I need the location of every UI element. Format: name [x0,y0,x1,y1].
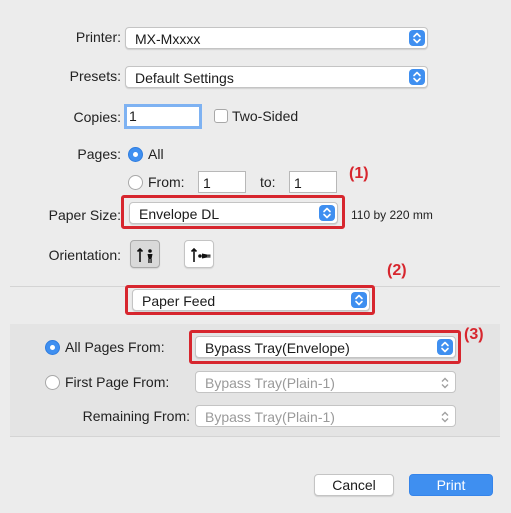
cancel-button[interactable]: Cancel [314,474,394,496]
all-pages-from-label: All Pages From: [65,339,165,355]
copies-value: 1 [129,108,137,124]
first-page-from-radio[interactable] [45,375,60,390]
up-down-arrows-icon [437,339,453,355]
remaining-from-popup[interactable]: Bypass Tray(Plain-1) [195,405,456,427]
section-value: Paper Feed [142,293,216,309]
copies-label: Copies: [73,109,121,125]
paper-size-value: Envelope DL [139,206,220,222]
up-down-arrows-icon [439,409,451,425]
two-sided-checkbox[interactable] [214,109,228,123]
pages-to-field[interactable]: 1 [289,171,337,193]
printer-label: Printer: [75,29,121,45]
presets-popup[interactable]: Default Settings [125,66,428,88]
first-page-from-popup[interactable]: Bypass Tray(Plain-1) [195,371,456,393]
portrait-icon [136,247,153,263]
remaining-from-value: Bypass Tray(Plain-1) [205,409,335,425]
up-down-arrows-icon [409,30,425,46]
callout-2: (2) [387,262,407,279]
portrait-orientation-button[interactable] [130,240,160,268]
printer-value: MX-Mxxxx [135,31,201,47]
pages-all-radio[interactable] [128,147,143,162]
up-down-arrows-icon [439,375,451,391]
up-down-arrows-icon [409,69,425,85]
remaining-from-label: Remaining From: [82,408,190,424]
first-page-from-label: First Page From: [65,374,170,390]
all-pages-from-value: Bypass Tray(Envelope) [205,340,350,356]
landscape-icon [190,247,211,262]
pages-from-value: 1 [203,175,211,191]
paper-size-popup[interactable]: Envelope DL [129,202,338,224]
pages-label: Pages: [77,146,121,162]
landscape-orientation-button[interactable] [184,240,214,268]
pages-to-value: 1 [294,175,302,191]
paper-size-dimensions: 110 by 220 mm [351,208,433,222]
pages-all-label: All [148,146,164,162]
two-sided-label: Two-Sided [232,108,299,124]
separator-bottom [10,436,500,437]
copies-field[interactable]: 1 [124,104,202,129]
paper-size-label: Paper Size: [48,207,121,223]
orientation-label: Orientation: [48,247,121,263]
up-down-arrows-icon [351,292,367,308]
printer-popup[interactable]: MX-Mxxxx [125,27,428,49]
pages-from-field[interactable]: 1 [198,171,246,193]
pages-from-label: From: [148,174,185,190]
section-popup[interactable]: Paper Feed [132,289,370,311]
callout-1: (1) [349,165,369,182]
all-pages-from-popup[interactable]: Bypass Tray(Envelope) [195,336,456,358]
pages-to-label: to: [260,174,276,190]
up-down-arrows-icon [319,205,335,221]
presets-label: Presets: [69,68,121,84]
first-page-from-value: Bypass Tray(Plain-1) [205,375,335,391]
presets-value: Default Settings [135,70,234,86]
all-pages-from-radio[interactable] [45,340,60,355]
callout-3: (3) [464,326,484,343]
pages-from-radio[interactable] [128,175,143,190]
print-button[interactable]: Print [409,474,493,496]
